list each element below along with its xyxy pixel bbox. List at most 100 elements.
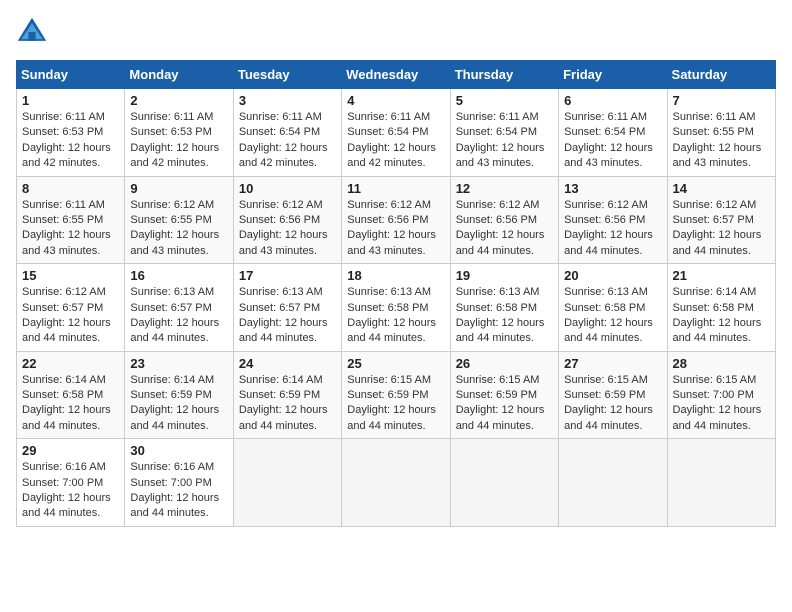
day-number: 23 <box>130 356 227 371</box>
calendar-cell: 10 Sunrise: 6:12 AM Sunset: 6:56 PM Dayl… <box>233 176 341 264</box>
day-number: 19 <box>456 268 553 283</box>
calendar-cell: 30 Sunrise: 6:16 AM Sunset: 7:00 PM Dayl… <box>125 439 233 527</box>
day-number: 10 <box>239 181 336 196</box>
calendar-cell: 27 Sunrise: 6:15 AM Sunset: 6:59 PM Dayl… <box>559 351 667 439</box>
day-info: Sunrise: 6:14 AM Sunset: 6:58 PM Dayligh… <box>673 285 770 347</box>
sunrise: Sunrise: 6:14 AM <box>673 285 770 300</box>
day-number: 12 <box>456 181 553 196</box>
logo <box>16 16 52 48</box>
calendar-cell: 29 Sunrise: 6:16 AM Sunset: 7:00 PM Dayl… <box>17 439 125 527</box>
calendar-cell: 20 Sunrise: 6:13 AM Sunset: 6:58 PM Dayl… <box>559 264 667 352</box>
sunset: Sunset: 6:56 PM <box>239 213 336 228</box>
day-info: Sunrise: 6:16 AM Sunset: 7:00 PM Dayligh… <box>22 460 119 522</box>
day-number: 7 <box>673 93 770 108</box>
sunset: Sunset: 6:54 PM <box>564 125 661 140</box>
day-info: Sunrise: 6:12 AM Sunset: 6:56 PM Dayligh… <box>239 198 336 260</box>
daylight: Daylight: 12 hours and 44 minutes. <box>22 403 119 434</box>
day-info: Sunrise: 6:13 AM Sunset: 6:58 PM Dayligh… <box>564 285 661 347</box>
day-info: Sunrise: 6:12 AM Sunset: 6:55 PM Dayligh… <box>130 198 227 260</box>
sunset: Sunset: 6:58 PM <box>22 388 119 403</box>
sunset: Sunset: 6:56 PM <box>456 213 553 228</box>
day-info: Sunrise: 6:13 AM Sunset: 6:58 PM Dayligh… <box>456 285 553 347</box>
column-header-wednesday: Wednesday <box>342 61 450 89</box>
day-number: 21 <box>673 268 770 283</box>
sunrise: Sunrise: 6:13 AM <box>347 285 444 300</box>
day-number: 4 <box>347 93 444 108</box>
calendar-cell: 1 Sunrise: 6:11 AM Sunset: 6:53 PM Dayli… <box>17 89 125 177</box>
sunrise: Sunrise: 6:12 AM <box>456 198 553 213</box>
day-info: Sunrise: 6:15 AM Sunset: 6:59 PM Dayligh… <box>347 373 444 435</box>
day-number: 25 <box>347 356 444 371</box>
calendar-cell: 3 Sunrise: 6:11 AM Sunset: 6:54 PM Dayli… <box>233 89 341 177</box>
daylight: Daylight: 12 hours and 44 minutes. <box>564 228 661 259</box>
day-number: 20 <box>564 268 661 283</box>
sunset: Sunset: 6:59 PM <box>347 388 444 403</box>
day-info: Sunrise: 6:11 AM Sunset: 6:53 PM Dayligh… <box>22 110 119 172</box>
day-number: 14 <box>673 181 770 196</box>
day-number: 29 <box>22 443 119 458</box>
calendar-cell: 18 Sunrise: 6:13 AM Sunset: 6:58 PM Dayl… <box>342 264 450 352</box>
daylight: Daylight: 12 hours and 44 minutes. <box>22 316 119 347</box>
sunset: Sunset: 6:57 PM <box>22 301 119 316</box>
daylight: Daylight: 12 hours and 44 minutes. <box>130 491 227 522</box>
sunrise: Sunrise: 6:15 AM <box>564 373 661 388</box>
page-header <box>16 16 776 48</box>
sunset: Sunset: 6:53 PM <box>22 125 119 140</box>
day-info: Sunrise: 6:11 AM Sunset: 6:54 PM Dayligh… <box>564 110 661 172</box>
calendar-cell: 8 Sunrise: 6:11 AM Sunset: 6:55 PM Dayli… <box>17 176 125 264</box>
sunset: Sunset: 6:59 PM <box>130 388 227 403</box>
day-number: 26 <box>456 356 553 371</box>
sunrise: Sunrise: 6:11 AM <box>456 110 553 125</box>
sunset: Sunset: 6:57 PM <box>130 301 227 316</box>
daylight: Daylight: 12 hours and 42 minutes. <box>239 141 336 172</box>
sunrise: Sunrise: 6:12 AM <box>22 285 119 300</box>
calendar-week-row: 22 Sunrise: 6:14 AM Sunset: 6:58 PM Dayl… <box>17 351 776 439</box>
sunrise: Sunrise: 6:15 AM <box>673 373 770 388</box>
day-number: 2 <box>130 93 227 108</box>
sunrise: Sunrise: 6:12 AM <box>130 198 227 213</box>
daylight: Daylight: 12 hours and 43 minutes. <box>564 141 661 172</box>
sunrise: Sunrise: 6:15 AM <box>347 373 444 388</box>
sunrise: Sunrise: 6:12 AM <box>347 198 444 213</box>
day-number: 13 <box>564 181 661 196</box>
calendar-cell: 19 Sunrise: 6:13 AM Sunset: 6:58 PM Dayl… <box>450 264 558 352</box>
daylight: Daylight: 12 hours and 43 minutes. <box>130 228 227 259</box>
sunset: Sunset: 6:55 PM <box>130 213 227 228</box>
daylight: Daylight: 12 hours and 44 minutes. <box>130 316 227 347</box>
sunset: Sunset: 6:59 PM <box>239 388 336 403</box>
daylight: Daylight: 12 hours and 44 minutes. <box>347 316 444 347</box>
sunrise: Sunrise: 6:14 AM <box>130 373 227 388</box>
calendar-cell: 24 Sunrise: 6:14 AM Sunset: 6:59 PM Dayl… <box>233 351 341 439</box>
sunset: Sunset: 6:54 PM <box>347 125 444 140</box>
calendar-cell <box>342 439 450 527</box>
sunset: Sunset: 6:56 PM <box>347 213 444 228</box>
day-number: 17 <box>239 268 336 283</box>
sunrise: Sunrise: 6:11 AM <box>22 110 119 125</box>
daylight: Daylight: 12 hours and 44 minutes. <box>456 228 553 259</box>
sunset: Sunset: 6:58 PM <box>564 301 661 316</box>
calendar-cell: 28 Sunrise: 6:15 AM Sunset: 7:00 PM Dayl… <box>667 351 775 439</box>
daylight: Daylight: 12 hours and 42 minutes. <box>130 141 227 172</box>
sunset: Sunset: 7:00 PM <box>130 476 227 491</box>
day-number: 15 <box>22 268 119 283</box>
sunrise: Sunrise: 6:14 AM <box>22 373 119 388</box>
calendar-cell <box>450 439 558 527</box>
day-number: 9 <box>130 181 227 196</box>
daylight: Daylight: 12 hours and 44 minutes. <box>239 316 336 347</box>
day-info: Sunrise: 6:12 AM Sunset: 6:57 PM Dayligh… <box>673 198 770 260</box>
day-number: 30 <box>130 443 227 458</box>
sunset: Sunset: 6:56 PM <box>564 213 661 228</box>
sunset: Sunset: 6:57 PM <box>239 301 336 316</box>
calendar-cell: 2 Sunrise: 6:11 AM Sunset: 6:53 PM Dayli… <box>125 89 233 177</box>
day-info: Sunrise: 6:11 AM Sunset: 6:55 PM Dayligh… <box>673 110 770 172</box>
sunrise: Sunrise: 6:16 AM <box>130 460 227 475</box>
calendar-cell: 23 Sunrise: 6:14 AM Sunset: 6:59 PM Dayl… <box>125 351 233 439</box>
day-info: Sunrise: 6:12 AM Sunset: 6:56 PM Dayligh… <box>347 198 444 260</box>
calendar-cell: 12 Sunrise: 6:12 AM Sunset: 6:56 PM Dayl… <box>450 176 558 264</box>
calendar-cell <box>233 439 341 527</box>
calendar-cell: 9 Sunrise: 6:12 AM Sunset: 6:55 PM Dayli… <box>125 176 233 264</box>
day-info: Sunrise: 6:12 AM Sunset: 6:57 PM Dayligh… <box>22 285 119 347</box>
sunrise: Sunrise: 6:11 AM <box>130 110 227 125</box>
calendar-week-row: 8 Sunrise: 6:11 AM Sunset: 6:55 PM Dayli… <box>17 176 776 264</box>
logo-icon <box>16 16 48 48</box>
